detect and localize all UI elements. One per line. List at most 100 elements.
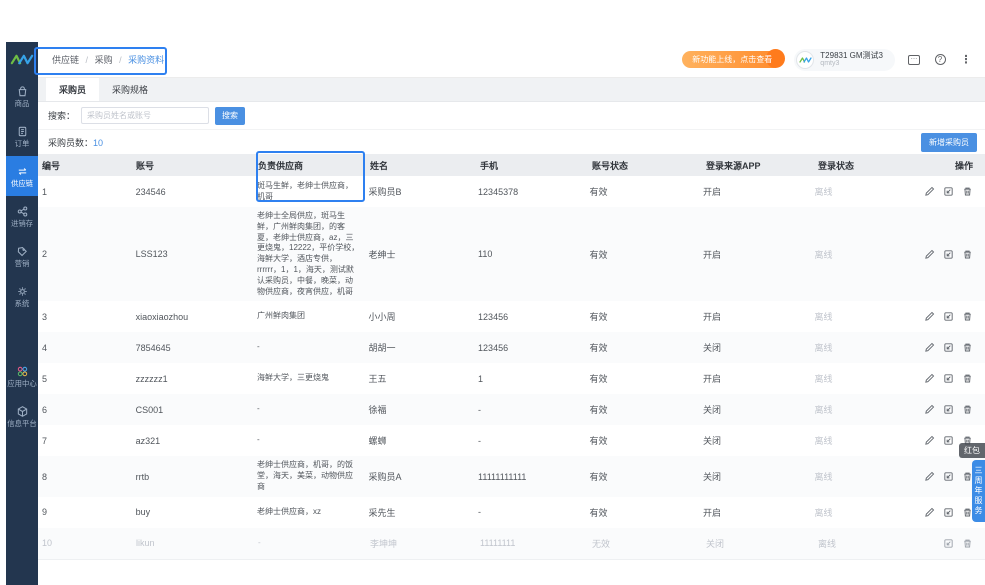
cell-login-status: 离线: [814, 312, 833, 323]
sidebar-item-label: 供应链: [10, 178, 34, 188]
reset-password-icon[interactable]: [943, 507, 954, 518]
cell-name: 螺蛳: [368, 436, 387, 447]
cell-login-status: 离线: [814, 249, 833, 260]
cell-account-status: 有效: [589, 472, 608, 483]
edit-icon[interactable]: [924, 507, 935, 518]
info-platform-cube-icon: [17, 405, 27, 417]
search-button[interactable]: 搜索: [215, 106, 246, 125]
delete-icon[interactable]: [962, 186, 973, 197]
cell-phone: -: [478, 404, 482, 415]
cell-suppliers: 老绅士供应商，机哥，的饭堂，海天，美菜，动物供应商: [257, 460, 354, 491]
cell-phone: 11111111111: [478, 471, 527, 482]
cell-account: CS001: [135, 404, 164, 415]
cell-no: 5: [42, 373, 48, 384]
cell-suppliers: -: [257, 342, 260, 352]
table-row: 4 7854645 - 胡胡一 123456 有效 关闭 离线: [38, 332, 985, 364]
edit-icon[interactable]: [924, 373, 935, 384]
app-logo[interactable]: [6, 42, 38, 76]
sidebar-item-marketing[interactable]: 营销: [6, 236, 38, 276]
cell-actions: [924, 342, 985, 353]
reset-password-icon[interactable]: [943, 311, 954, 322]
search-input[interactable]: [81, 107, 210, 124]
cell-phone: -: [478, 507, 482, 518]
cell-suppliers: 海鲜大学，三更烧鬼: [257, 373, 330, 383]
more-menu-icon[interactable]: [959, 53, 973, 67]
edit-icon[interactable]: [924, 404, 935, 415]
table-row: 8 rrtb 老绅士供应商，机哥，的饭堂，海天，美菜，动物供应商 采购员A 11…: [38, 456, 985, 497]
sidebar-item-label: 信息平台: [7, 418, 37, 428]
cell-app-source: 关闭: [703, 343, 722, 354]
cell-login-status: 离线: [814, 405, 833, 416]
topbar: 供应链 / 采购 / 采购资料 新功能上线，点击查看 T29831 GM测试3 …: [38, 42, 985, 78]
breadcrumb-supply-chain[interactable]: 供应链: [52, 55, 79, 65]
cell-app-source: 开启: [703, 312, 722, 323]
reset-password-icon[interactable]: [943, 435, 954, 446]
tab-purchase-spec[interactable]: 采购规格: [99, 78, 161, 101]
cell-phone: 11111111: [480, 538, 516, 549]
user-account-chip[interactable]: T29831 GM测试3 qmty3: [794, 48, 895, 71]
main-content: 供应链 / 采购 / 采购资料 新功能上线，点击查看 T29831 GM测试3 …: [38, 42, 985, 560]
new-feature-promo-button[interactable]: 新功能上线，点击查看: [682, 49, 786, 68]
breadcrumb-purchase[interactable]: 采购: [95, 55, 113, 65]
reset-password-icon[interactable]: [943, 186, 954, 197]
cell-account-status: 有效: [589, 187, 608, 197]
edit-icon[interactable]: [924, 435, 935, 446]
reset-password-icon[interactable]: [943, 249, 954, 260]
tab-purchaser[interactable]: 采购员: [46, 78, 100, 101]
anniversary-service-tab[interactable]: 三周年服务: [972, 460, 985, 522]
edit-icon[interactable]: [924, 186, 935, 197]
delete-icon[interactable]: [962, 249, 973, 260]
delete-icon[interactable]: [962, 311, 973, 322]
edit-icon[interactable]: [924, 342, 935, 353]
cell-actions: [924, 373, 985, 384]
cell-actions: [924, 249, 985, 260]
delete-icon[interactable]: [962, 538, 973, 549]
cell-login-status: 离线: [814, 507, 833, 518]
reset-password-icon[interactable]: [943, 373, 954, 384]
sidebar-item-label: 进销存: [10, 218, 34, 228]
avatar-logo-icon: [799, 56, 812, 63]
table-header: 编号 账号 负责供应商 姓名 手机 账号状态 登录来源APP 登录状态 操作: [38, 154, 985, 176]
cell-app-source: 开启: [703, 507, 722, 518]
topbar-right: 新功能上线，点击查看 T29831 GM测试3 qmty3: [682, 48, 973, 71]
sidebar-item-inventory[interactable]: 进销存: [6, 196, 38, 236]
reset-password-icon[interactable]: [943, 538, 954, 549]
edit-icon[interactable]: [924, 471, 935, 482]
breadcrumb-separator: /: [85, 55, 89, 65]
messages-icon[interactable]: [907, 53, 921, 67]
cell-account: xiaoxiaozhou: [135, 311, 189, 322]
sidebar-item-supply-chain[interactable]: 供应链: [6, 156, 38, 196]
cell-account: rrtb: [135, 471, 150, 482]
cell-phone: 123456: [478, 342, 509, 353]
table-row: 7 az321 - 螺蛳 - 有效 关闭 离线: [38, 425, 985, 456]
delete-icon[interactable]: [962, 342, 973, 353]
table-row: 5 zzzzzz1 海鲜大学，三更烧鬼 王五 1 有效 开启 离线: [38, 363, 985, 394]
help-icon[interactable]: [933, 53, 947, 67]
cell-actions: [924, 311, 985, 322]
sidebar-item-orders[interactable]: 订单: [6, 116, 38, 156]
sidebar-item-info-platform[interactable]: 信息平台: [6, 396, 38, 436]
cell-phone: 1: [478, 373, 484, 384]
cell-name: 采购员A: [368, 472, 402, 483]
reset-password-icon[interactable]: [943, 404, 954, 415]
delete-icon[interactable]: [962, 373, 973, 384]
delete-icon[interactable]: [962, 404, 973, 415]
sidebar-item-app-center[interactable]: 应用中心: [6, 356, 38, 396]
sidebar-item-system[interactable]: 系统: [6, 276, 38, 316]
col-header-app-source: 登录来源APP: [706, 160, 761, 171]
table-row: 1 234546 斑马生鲜，老绅士供应商，机哥 采购员B 12345378 有效…: [38, 176, 985, 207]
sidebar-item-goods[interactable]: 商品: [6, 76, 38, 116]
sidebar-item-label: 商品: [14, 98, 30, 108]
red-packet-tag[interactable]: 红包: [959, 443, 985, 458]
cell-login-status: 离线: [814, 472, 833, 483]
summary-row: 采购员数：10 新增采购员: [38, 130, 985, 154]
cell-phone: 110: [478, 249, 493, 260]
edit-icon[interactable]: [924, 249, 935, 260]
cell-suppliers: -: [257, 404, 260, 414]
edit-icon[interactable]: [924, 311, 935, 322]
cell-app-source: 开启: [703, 249, 722, 260]
reset-password-icon[interactable]: [943, 342, 954, 353]
add-purchaser-button[interactable]: 新增采购员: [921, 132, 977, 152]
reset-password-icon[interactable]: [943, 471, 954, 482]
sidebar-item-label: 营销: [14, 258, 30, 268]
